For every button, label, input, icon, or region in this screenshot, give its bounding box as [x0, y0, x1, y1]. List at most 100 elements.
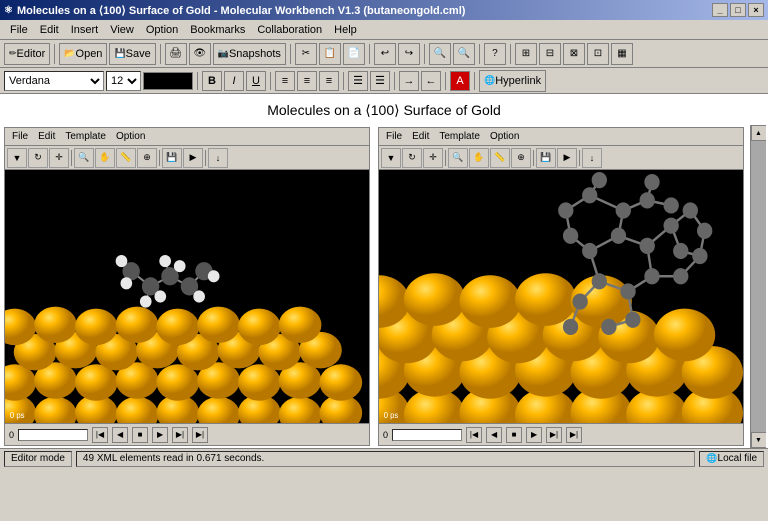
list-button[interactable]: ☰ [348, 71, 368, 91]
left-viewer-canvas[interactable]: 0 ps [5, 170, 369, 423]
right-menu-option[interactable]: Option [485, 130, 524, 143]
left-tool-hand[interactable]: ✋ [95, 148, 115, 168]
scroll-up-button[interactable]: ▲ [751, 125, 767, 141]
left-nav-prev[interactable]: ◀ [112, 427, 128, 443]
left-progress-container[interactable] [18, 429, 88, 441]
grid5-button[interactable]: ▦ [611, 43, 633, 65]
italic-button[interactable]: I [224, 71, 244, 91]
right-nav-step[interactable]: ▶| [546, 427, 562, 443]
zoom-in-button[interactable]: 🔍 [429, 43, 451, 65]
menu-file[interactable]: File [4, 22, 34, 38]
align-center-button[interactable]: ≡ [297, 71, 317, 91]
left-nav-play[interactable]: ▶ [152, 427, 168, 443]
title-bar-text: Molecules on a ⟨100⟩ Surface of Gold - M… [17, 4, 465, 17]
hyperlink-button[interactable]: 🌐 Hyperlink [479, 70, 546, 92]
menu-insert[interactable]: Insert [65, 22, 105, 38]
left-nav-stop[interactable]: ■ [132, 427, 148, 443]
right-tool-save[interactable]: 💾 [536, 148, 556, 168]
left-menu-option[interactable]: Option [111, 130, 150, 143]
list2-button[interactable]: ☰ [370, 71, 390, 91]
font-select[interactable]: Verdana [4, 71, 104, 91]
menu-bookmarks[interactable]: Bookmarks [184, 22, 251, 38]
grid3-button[interactable]: ⊠ [563, 43, 585, 65]
right-tool-move[interactable]: ✛ [423, 148, 443, 168]
save-button[interactable]: 💾 Save [109, 43, 155, 65]
indent-button[interactable]: → [399, 71, 419, 91]
right-tool-hand[interactable]: ✋ [469, 148, 489, 168]
right-menu-edit[interactable]: Edit [407, 130, 434, 143]
right-menu-file[interactable]: File [381, 130, 407, 143]
right-tool-select[interactable]: ▼ [381, 148, 401, 168]
right-tool-sep2 [533, 150, 534, 166]
format-sep-6 [474, 72, 475, 90]
right-nav-start[interactable]: |◀ [466, 427, 482, 443]
left-nav-end[interactable]: ▶| [192, 427, 208, 443]
right-nav-play[interactable]: ▶ [526, 427, 542, 443]
paste-button[interactable]: 📄 [343, 43, 365, 65]
right-tool-measure[interactable]: 📏 [490, 148, 510, 168]
right-progress-container[interactable] [392, 429, 462, 441]
right-nav-stop[interactable]: ■ [506, 427, 522, 443]
left-tool-move[interactable]: ✛ [49, 148, 69, 168]
copy-button[interactable]: 📋 [319, 43, 341, 65]
grid-button[interactable]: ⊞ [515, 43, 537, 65]
print-button[interactable]: 🖨 [165, 43, 187, 65]
align-right-button[interactable]: ≡ [319, 71, 339, 91]
minimize-button[interactable]: _ [712, 3, 728, 17]
undo-button[interactable]: ↩ [374, 43, 396, 65]
font-size-select[interactable]: 12 [106, 71, 141, 91]
cut-button[interactable]: ✂ [295, 43, 317, 65]
help-button[interactable]: ? [484, 43, 506, 65]
outdent-button[interactable]: ← [421, 71, 441, 91]
preview-button[interactable]: 👁 [189, 43, 211, 65]
left-nav-step[interactable]: ▶| [172, 427, 188, 443]
left-frame-number: 0 [9, 430, 14, 440]
right-menu-template[interactable]: Template [434, 130, 485, 143]
left-menu-file[interactable]: File [7, 130, 33, 143]
close-button[interactable]: × [748, 3, 764, 17]
left-tool-save[interactable]: 💾 [162, 148, 182, 168]
right-tool-atom[interactable]: ⊕ [511, 148, 531, 168]
grid2-button[interactable]: ⊟ [539, 43, 561, 65]
left-tool-atom[interactable]: ⊕ [137, 148, 157, 168]
maximize-button[interactable]: □ [730, 3, 746, 17]
left-nav-start[interactable]: |◀ [92, 427, 108, 443]
grid4-button[interactable]: ⊡ [587, 43, 609, 65]
left-menu-template[interactable]: Template [60, 130, 111, 143]
left-tool-play[interactable]: ▶ [183, 148, 203, 168]
left-tool-zoom[interactable]: 🔍 [74, 148, 94, 168]
right-viewer-canvas[interactable]: 0 ps [379, 170, 743, 423]
right-tool-rotate[interactable]: ↻ [402, 148, 422, 168]
toolbar-sep-7 [510, 44, 511, 64]
color-button[interactable]: A [450, 71, 470, 91]
open-button[interactable]: 📂 Open [59, 43, 107, 65]
scroll-down-button[interactable]: ▼ [751, 432, 767, 448]
menu-edit[interactable]: Edit [34, 22, 65, 38]
menu-view[interactable]: View [104, 22, 140, 38]
menu-collaboration[interactable]: Collaboration [251, 22, 328, 38]
title-bar: ⚛ Molecules on a ⟨100⟩ Surface of Gold -… [0, 0, 768, 20]
right-nav-end[interactable]: ▶| [566, 427, 582, 443]
align-left-button[interactable]: ≡ [275, 71, 295, 91]
menu-help[interactable]: Help [328, 22, 363, 38]
left-tool-select[interactable]: ▼ [7, 148, 27, 168]
toolbar-sep-6 [479, 44, 480, 64]
left-tool-down[interactable]: ↓ [208, 148, 228, 168]
scroll-track[interactable] [751, 141, 767, 432]
main-scrollbar: ▲ ▼ [750, 125, 766, 448]
right-tool-zoom[interactable]: 🔍 [448, 148, 468, 168]
left-tool-rotate[interactable]: ↻ [28, 148, 48, 168]
color-picker[interactable] [143, 72, 193, 90]
snapshots-button[interactable]: 📷 Snapshots [213, 43, 286, 65]
menu-option[interactable]: Option [140, 22, 184, 38]
right-nav-prev[interactable]: ◀ [486, 427, 502, 443]
zoom-out-button[interactable]: 🔍 [453, 43, 475, 65]
editor-button[interactable]: ✏ Editor [4, 43, 50, 65]
right-tool-play[interactable]: ▶ [557, 148, 577, 168]
right-tool-down[interactable]: ↓ [582, 148, 602, 168]
left-tool-measure[interactable]: 📏 [116, 148, 136, 168]
bold-button[interactable]: B [202, 71, 222, 91]
redo-button[interactable]: ↪ [398, 43, 420, 65]
left-menu-edit[interactable]: Edit [33, 130, 60, 143]
underline-button[interactable]: U [246, 71, 266, 91]
